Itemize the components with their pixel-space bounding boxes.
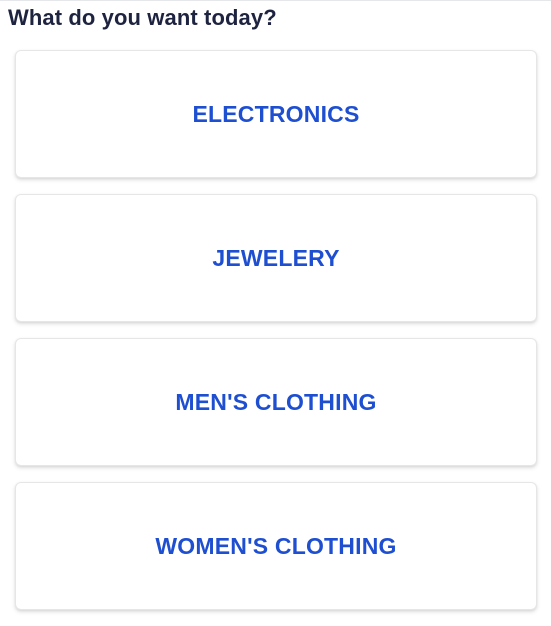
page: What do you want today? ELECTRONICS JEWE… [0,0,551,626]
category-card-womens-clothing[interactable]: WOMEN'S CLOTHING [15,482,537,610]
category-label: WOMEN'S CLOTHING [155,532,397,559]
category-label: MEN'S CLOTHING [175,388,377,415]
category-card-jewelery[interactable]: JEWELERY [15,194,537,322]
category-list: ELECTRONICS JEWELERY MEN'S CLOTHING WOME… [15,50,537,626]
page-title: What do you want today? [8,5,277,30]
category-label: JEWELERY [212,244,340,271]
category-label: ELECTRONICS [192,100,360,127]
category-card-electronics[interactable]: ELECTRONICS [15,50,537,178]
category-card-mens-clothing[interactable]: MEN'S CLOTHING [15,338,537,466]
